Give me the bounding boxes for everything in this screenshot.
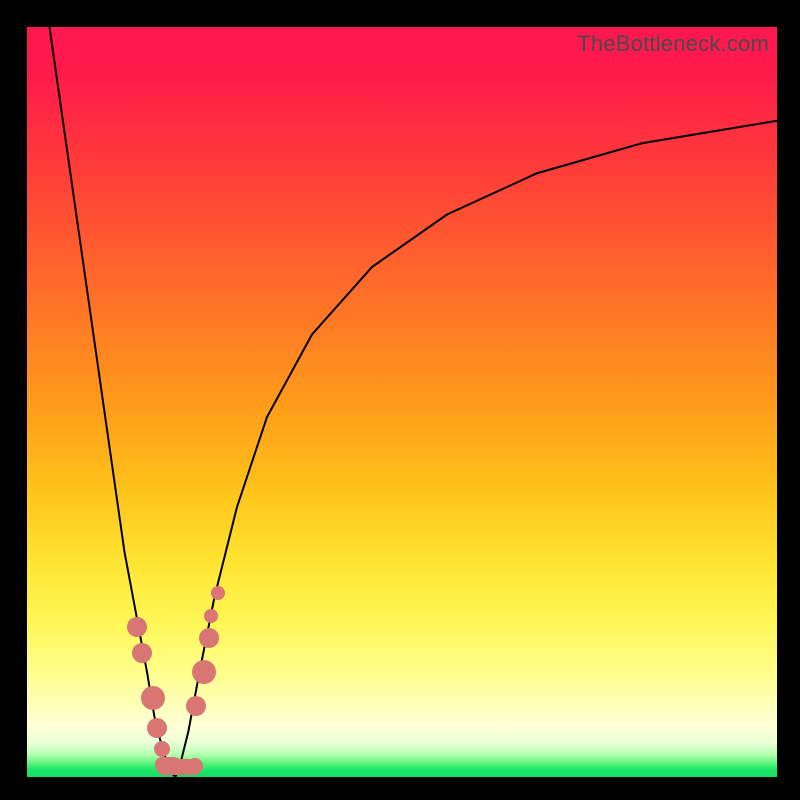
data-marker — [132, 643, 152, 663]
data-marker — [199, 628, 219, 648]
data-marker — [141, 686, 165, 710]
data-marker — [154, 741, 170, 757]
data-marker — [204, 609, 218, 623]
data-marker — [192, 660, 216, 684]
plot-area: TheBottleneck.com — [27, 27, 777, 777]
data-marker — [187, 758, 203, 774]
marker-layer — [27, 27, 777, 777]
data-marker — [186, 696, 206, 716]
data-marker — [147, 718, 167, 738]
data-marker — [211, 586, 225, 600]
data-marker — [127, 617, 147, 637]
chart-canvas: TheBottleneck.com — [0, 0, 800, 800]
